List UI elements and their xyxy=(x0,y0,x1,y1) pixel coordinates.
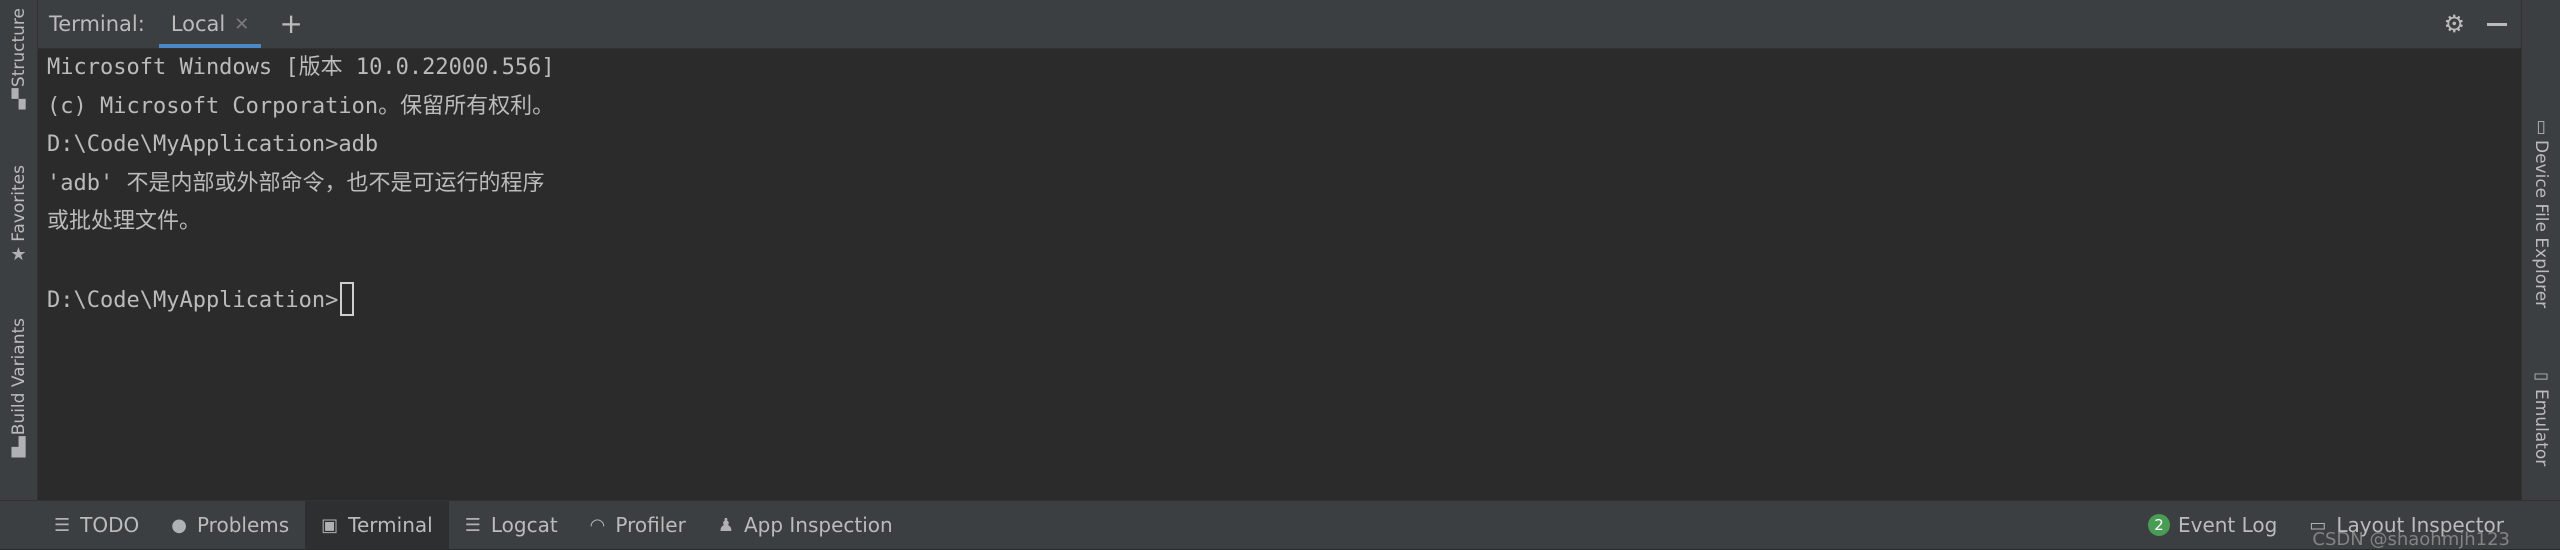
build-variants-tab[interactable]: Build Variants ▟ xyxy=(0,318,37,457)
event-log-count-badge: 2 xyxy=(2147,514,2170,536)
close-icon[interactable]: ✕ xyxy=(234,14,249,35)
terminal-icon: ▣ xyxy=(321,514,339,536)
terminal-prompt-line: D:\Code\MyApplication> xyxy=(47,282,355,316)
terminal-prompt: D:\Code\MyApplication> xyxy=(47,288,339,313)
tab-local[interactable]: Local ✕ xyxy=(158,0,262,48)
tab-problems[interactable]: ● Problems xyxy=(155,501,305,549)
device-file-explorer-tab[interactable]: ▯ Device File Explorer xyxy=(2522,118,2560,308)
terminal-line: Microsoft Windows [版本 10.0.22000.556] xyxy=(47,55,555,80)
tab-profiler-label: Profiler xyxy=(615,513,686,537)
build-variants-tab-label: Build Variants xyxy=(8,318,29,436)
tab-event-log[interactable]: 2 Event Log xyxy=(2132,501,2293,549)
terminal-line: D:\Code\MyApplication>adb xyxy=(47,132,379,157)
left-tool-strip: Structure ▚ Favorites ★ Build Variants ▟ xyxy=(0,0,38,500)
structure-icon: ▚ xyxy=(11,89,26,111)
bottom-tabs: ☰ TODO ● Problems ▣ Terminal ☰ Logcat ◠ … xyxy=(38,501,909,549)
structure-tab-label: Structure xyxy=(8,8,29,88)
tab-event-log-label: Event Log xyxy=(2177,513,2278,537)
terminal-output[interactable]: Microsoft Windows [版本 10.0.22000.556] (c… xyxy=(38,49,2521,500)
bottom-tool-bar: ☰ TODO ● Problems ▣ Terminal ☰ Logcat ◠ … xyxy=(0,500,2560,550)
tab-logcat-label: Logcat xyxy=(490,513,558,537)
tab-local-label: Local xyxy=(170,12,226,36)
tab-terminal-label: Terminal xyxy=(348,513,433,537)
emulator-icon: ▭ xyxy=(2532,366,2550,386)
info-icon: ● xyxy=(171,514,187,536)
tab-logcat[interactable]: ☰ Logcat xyxy=(449,501,574,549)
phone-icon: ▯ xyxy=(2536,117,2546,137)
emulator-label: Emulator xyxy=(2531,389,2551,467)
minimize-icon[interactable] xyxy=(2487,22,2507,26)
gauge-icon: ◠ xyxy=(589,514,606,536)
terminal-line: (c) Microsoft Corporation。保留所有权利。 xyxy=(47,94,555,119)
tab-profiler[interactable]: ◠ Profiler xyxy=(574,501,702,549)
favorites-tab-label: Favorites xyxy=(8,165,29,242)
list-icon: ☰ xyxy=(54,514,71,536)
bottom-right-tabs: 2 Event Log ▭ Layout Inspector CSDN @sha… xyxy=(2132,501,2520,550)
right-tool-strip: ▯ Device File Explorer ▭ Emulator xyxy=(2521,0,2560,500)
favorites-tab[interactable]: Favorites ★ xyxy=(0,165,37,264)
logcat-icon: ☰ xyxy=(464,514,481,536)
tab-app-inspection-label: App Inspection xyxy=(743,513,893,537)
gear-icon[interactable]: ⚙ xyxy=(2443,10,2465,38)
terminal-line: 'adb' 不是内部或外部命令，也不是可运行的程序 xyxy=(47,171,545,196)
new-session-button[interactable]: + xyxy=(279,10,302,38)
structure-tab[interactable]: Structure ▚ xyxy=(0,8,37,109)
header-actions: ⚙ xyxy=(2443,10,2507,38)
emulator-tab[interactable]: ▭ Emulator xyxy=(2522,367,2560,466)
tab-problems-label: Problems xyxy=(196,513,290,537)
tab-terminal[interactable]: ▣ Terminal xyxy=(305,501,449,549)
watermark: CSDN @shaohmjh123 xyxy=(2312,529,2510,550)
tab-todo[interactable]: ☰ TODO xyxy=(38,501,155,549)
tab-app-inspection[interactable]: ♟ App Inspection xyxy=(702,501,909,549)
terminal-header: Terminal: Local ✕ + ⚙ xyxy=(38,0,2521,49)
terminal-line: 或批处理文件。 xyxy=(47,209,202,234)
tab-todo-label: TODO xyxy=(80,513,140,537)
inspection-icon: ♟ xyxy=(717,514,734,536)
android-icon: ▟ xyxy=(11,437,26,459)
terminal-title: Terminal: xyxy=(49,12,145,36)
device-file-explorer-label: Device File Explorer xyxy=(2531,140,2551,309)
star-icon: ★ xyxy=(10,243,27,265)
text-cursor xyxy=(340,282,355,316)
